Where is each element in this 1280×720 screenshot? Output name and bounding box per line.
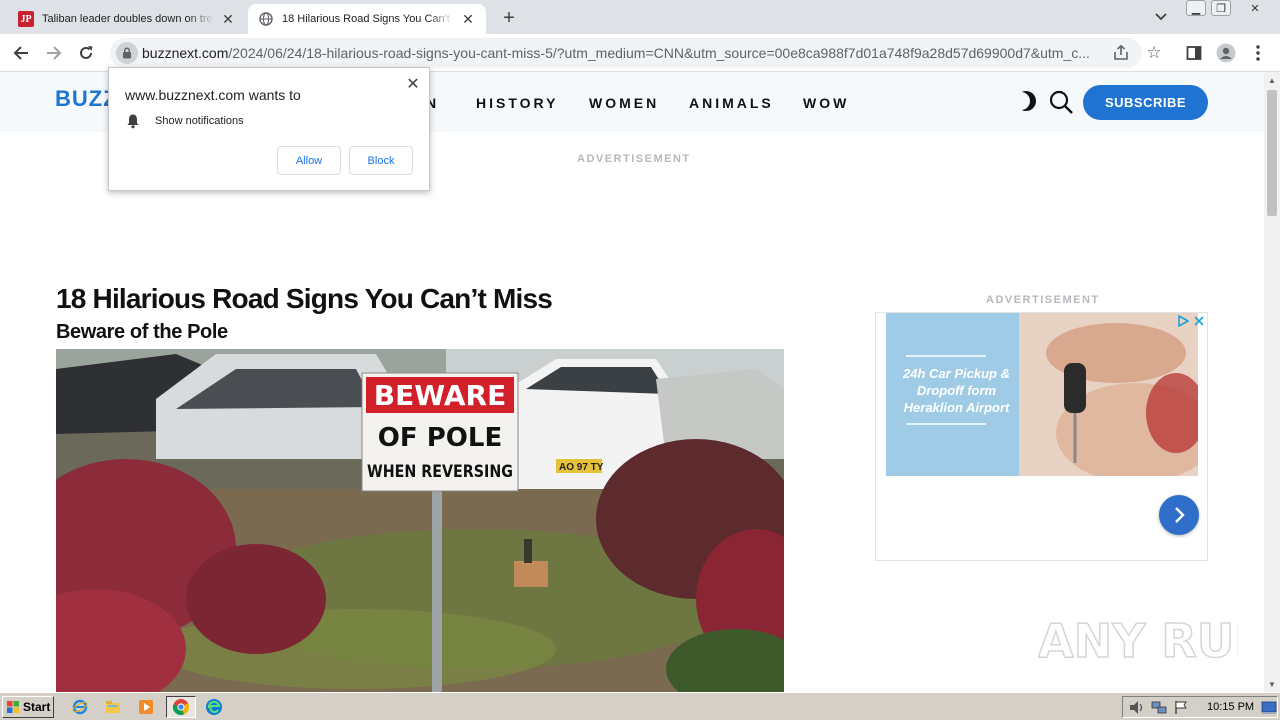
network-icon[interactable] <box>1151 700 1167 715</box>
nav-item-animals[interactable]: ANIMALS <box>689 95 774 111</box>
ad-close-icon[interactable] <box>1192 314 1206 328</box>
nav-item-women[interactable]: WOMEN <box>589 95 659 111</box>
sign-line-1: BEWARE <box>374 379 506 412</box>
page-scrollbar[interactable]: ▲ ▼ <box>1264 72 1280 692</box>
start-label: Start <box>23 700 51 714</box>
permission-label: Show notifications <box>155 115 244 127</box>
back-button[interactable] <box>9 41 33 65</box>
nav-item-history[interactable]: HISTORY <box>476 95 558 111</box>
ad-banner-image[interactable]: 24h Car Pickup & Dropoff form Heraklion … <box>886 313 1198 476</box>
lock-icon[interactable] <box>116 42 138 64</box>
popup-title: www.buzznext.com wants to <box>125 87 301 103</box>
article-photo: AO 97 TY BEWARE OF POLE WHEN REVERSING <box>56 349 784 692</box>
bookmark-star-icon[interactable]: ☆ <box>1144 43 1164 63</box>
ad-label-top: ADVERTISEMENT <box>577 153 691 165</box>
minimize-button[interactable]: ▁ <box>1186 0 1206 16</box>
internet-explorer-icon[interactable] <box>68 696 92 718</box>
profile-avatar-icon[interactable] <box>1214 41 1238 65</box>
bell-icon <box>127 114 139 129</box>
share-icon[interactable] <box>1112 44 1132 62</box>
dark-mode-toggle-icon[interactable] <box>1012 90 1037 112</box>
chevron-right-icon <box>1175 507 1185 523</box>
globe-icon <box>258 11 274 27</box>
tab-taliban-article[interactable]: JP Taliban leader doubles down on treat … <box>8 4 246 34</box>
notification-permission-popup: www.buzznext.com wants to ✕ Show notific… <box>108 67 430 191</box>
file-explorer-icon[interactable] <box>101 696 125 718</box>
tab-road-signs[interactable]: 18 Hilarious Road Signs You Can't Mi ✕ <box>248 4 486 34</box>
edge-icon[interactable] <box>202 696 226 718</box>
ad-choices-icon[interactable] <box>1176 314 1190 328</box>
clock: 10:15 PM <box>1207 701 1255 713</box>
windows-flag-icon <box>7 701 19 713</box>
start-button[interactable]: Start <box>2 696 54 718</box>
volume-icon[interactable] <box>1129 700 1145 715</box>
sidebar-ad[interactable]: 24h Car Pickup & Dropoff form Heraklion … <box>875 312 1208 561</box>
close-tab-icon[interactable]: ✕ <box>220 11 236 27</box>
system-tray: 10:15 PM <box>1122 696 1278 718</box>
ad-headline: 24h Car Pickup & Dropoff form Heraklion … <box>903 366 1010 415</box>
ad-next-button[interactable] <box>1159 495 1199 535</box>
scroll-up-arrow-icon[interactable]: ▲ <box>1264 72 1280 88</box>
close-window-button[interactable]: ✕ <box>1244 0 1266 16</box>
article-title: 18 Hilarious Road Signs You Can’t Miss <box>56 283 553 314</box>
ad-label-side: ADVERTISEMENT <box>986 294 1100 306</box>
back-arrow-icon <box>13 46 28 60</box>
chrome-taskbar-icon[interactable] <box>166 696 196 718</box>
close-tab-icon[interactable]: ✕ <box>460 11 476 27</box>
side-panel-icon[interactable] <box>1182 41 1206 65</box>
address-bar[interactable]: buzznext.com/2024/06/24/18-hilarious-roa… <box>110 38 1162 68</box>
scroll-down-arrow-icon[interactable]: ▼ <box>1264 676 1280 692</box>
jp-icon: JP <box>18 11 34 27</box>
nav-item-wow[interactable]: WOW <box>803 95 849 111</box>
forward-arrow-icon <box>47 46 62 60</box>
restore-button[interactable]: ❐ <box>1211 0 1231 16</box>
reload-button[interactable] <box>74 41 98 65</box>
url-path: /2024/06/24/18-hilarious-road-signs-you-… <box>228 45 1090 61</box>
new-tab-button[interactable]: + <box>498 7 520 29</box>
watermark-text: ANY RUN <box>1038 614 1238 668</box>
forward-button[interactable] <box>42 41 66 65</box>
tab-strip: JP Taliban leader doubles down on treat … <box>0 0 1280 34</box>
windows-taskbar: Start 10:15 PM <box>0 692 1280 720</box>
popup-close-icon[interactable]: ✕ <box>405 76 421 93</box>
allow-button[interactable]: Allow <box>277 146 341 175</box>
more-menu-icon[interactable] <box>1246 41 1270 65</box>
license-plate: AO 97 TY <box>559 462 604 473</box>
action-center-flag-icon[interactable] <box>1173 700 1189 715</box>
slide-title: Beware of the Pole <box>56 321 228 343</box>
anyrun-watermark: ANY RUN <box>1037 605 1264 675</box>
block-button[interactable]: Block <box>349 146 413 175</box>
url-host: buzznext.com <box>142 45 229 61</box>
url-text[interactable]: buzznext.com/2024/06/24/18-hilarious-roa… <box>142 45 1102 61</box>
sign-line-2: OF POLE <box>378 423 502 453</box>
media-player-icon[interactable] <box>134 696 158 718</box>
scroll-thumb[interactable] <box>1267 90 1277 216</box>
sign-line-3: WHEN REVERSING <box>367 462 513 482</box>
tab-title: 18 Hilarious Road Signs You Can't Mi <box>282 13 454 25</box>
show-desktop-icon[interactable] <box>1261 700 1277 715</box>
permission-row: Show notifications <box>125 113 244 129</box>
search-icon[interactable] <box>1048 89 1074 115</box>
tab-title: Taliban leader doubles down on treat <box>42 13 214 25</box>
subscribe-button[interactable]: SUBSCRIBE <box>1083 85 1208 120</box>
reload-icon <box>80 46 93 59</box>
tab-search-chevron-icon[interactable] <box>1150 8 1172 26</box>
